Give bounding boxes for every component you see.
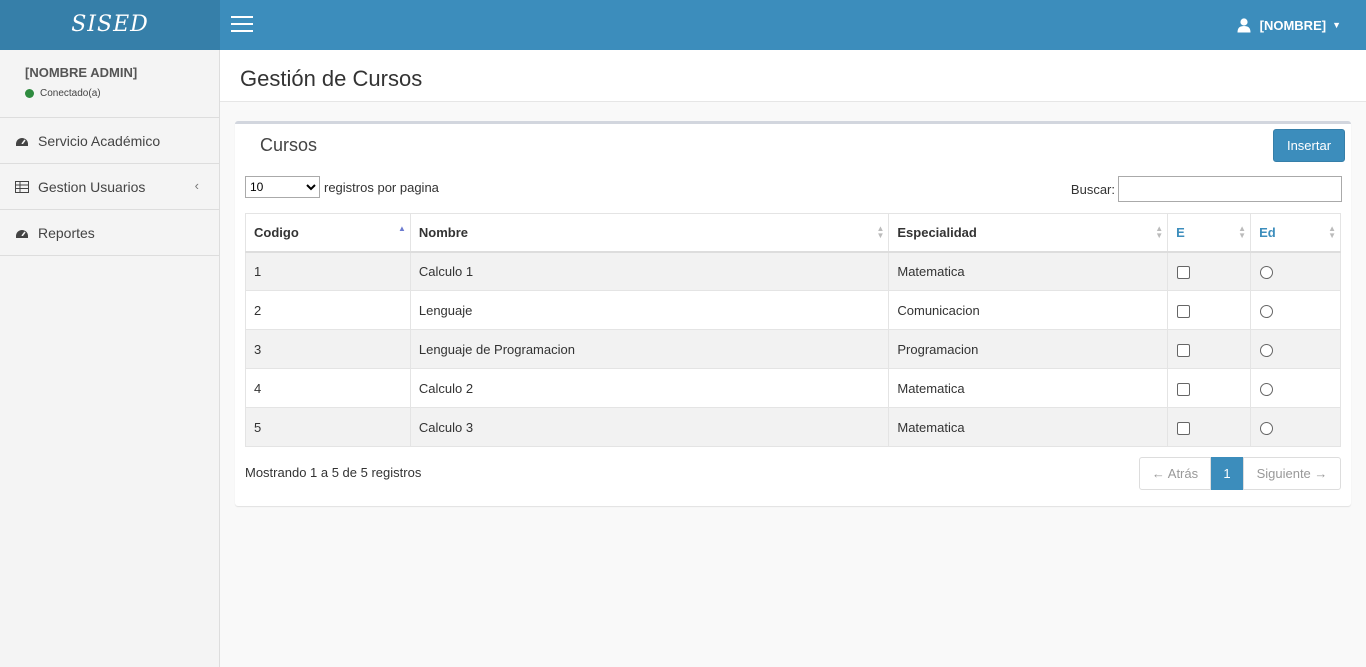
sidebar-item-servicio-academico[interactable]: Servicio Académico xyxy=(0,118,219,164)
courses-table: Codigo ▲ Nombre ▲ ▼ Especialidad ▲ ▼ E ▲ ▼ Ed ▲ ▼… xyxy=(245,213,1341,447)
table-row: 5 Calculo 3 Matematica xyxy=(245,407,1341,447)
content-header: Gestión de Cursos xyxy=(220,50,1366,102)
row-checkbox[interactable] xyxy=(1177,382,1191,396)
cell-nombre: Calculo 1 xyxy=(409,251,890,291)
cell-nombre: Lenguaje de Programacion xyxy=(409,329,890,369)
column-header-ed[interactable]: Ed ▲ ▼ xyxy=(1250,213,1341,253)
table-row: 1 Calculo 1 Matematica xyxy=(245,251,1341,291)
search-control: Buscar: xyxy=(1071,176,1342,202)
prev-page-button[interactable]: ← Atrás xyxy=(1139,457,1211,490)
user-icon xyxy=(1237,18,1251,33)
status-dot-icon xyxy=(25,89,34,98)
sidebar-item-label: Gestion Usuarios xyxy=(38,178,146,195)
dashboard-icon xyxy=(16,137,28,146)
row-checkbox[interactable] xyxy=(1177,421,1191,435)
search-label: Buscar: xyxy=(1070,181,1115,197)
column-header-codigo[interactable]: Codigo ▲ xyxy=(245,213,411,253)
page-length-label: registros por pagina xyxy=(324,179,439,195)
row-radio[interactable] xyxy=(1260,421,1274,435)
sort-asc-icon: ▲ xyxy=(397,224,406,233)
next-page-button[interactable]: Siguiente → xyxy=(1243,457,1341,490)
cell-especialidad: Programacion xyxy=(888,329,1169,369)
cell-codigo: 2 xyxy=(245,290,411,330)
cell-codigo: 4 xyxy=(245,368,411,408)
cell-ed xyxy=(1250,407,1341,447)
online-status: Conectado(a) xyxy=(25,88,219,99)
courses-box: Cursos Insertar 10 registros por pagina … xyxy=(235,121,1351,506)
sidebar: [NOMBRE ADMIN] Conectado(a) Servicio Aca… xyxy=(0,50,220,667)
cell-especialidad: Matematica xyxy=(888,251,1169,291)
user-menu[interactable]: [NOMBRE] ▼ xyxy=(1236,0,1341,50)
sort-icon: ▲ ▼ xyxy=(1155,224,1164,240)
row-radio[interactable] xyxy=(1260,343,1274,357)
cell-especialidad: Matematica xyxy=(888,368,1169,408)
column-header-especialidad[interactable]: Especialidad ▲ ▼ xyxy=(888,213,1169,253)
sidebar-toggle-button[interactable] xyxy=(231,16,253,34)
cell-codigo: 1 xyxy=(245,251,411,291)
cell-e xyxy=(1167,251,1252,291)
insert-button[interactable]: Insertar xyxy=(1273,129,1345,162)
cell-codigo: 3 xyxy=(245,329,411,369)
page-length-control: 10 registros por pagina xyxy=(245,176,439,198)
caret-down-icon: ▼ xyxy=(1332,20,1341,30)
page-length-select[interactable]: 10 xyxy=(245,176,320,198)
dashboard-icon xyxy=(16,229,28,238)
row-radio[interactable] xyxy=(1260,304,1274,318)
cell-nombre: Calculo 3 xyxy=(409,407,890,447)
chevron-left-icon: ‹ xyxy=(194,178,199,193)
cell-especialidad: Comunicacion xyxy=(888,290,1169,330)
cell-ed xyxy=(1250,368,1341,408)
search-input[interactable] xyxy=(1118,176,1342,202)
row-checkbox[interactable] xyxy=(1177,304,1191,318)
row-radio[interactable] xyxy=(1260,382,1274,396)
cell-e xyxy=(1167,329,1252,369)
sidebar-item-label: Reportes xyxy=(38,224,95,241)
cell-codigo: 5 xyxy=(245,407,411,447)
table-icon xyxy=(15,180,29,193)
cell-nombre: Calculo 2 xyxy=(409,368,890,408)
column-header-nombre[interactable]: Nombre ▲ ▼ xyxy=(409,213,890,253)
cell-especialidad: Matematica xyxy=(888,407,1169,447)
admin-name: [NOMBRE ADMIN] xyxy=(25,65,138,80)
page-title: Gestión de Cursos xyxy=(240,66,423,91)
table-header-row: Codigo ▲ Nombre ▲ ▼ Especialidad ▲ ▼ E ▲ ▼ Ed ▲ ▼ xyxy=(245,213,1341,253)
sidebar-item-label: Servicio Académico xyxy=(38,132,161,149)
cell-ed xyxy=(1250,251,1341,291)
pagination: ← Atrás 1 Siguiente → xyxy=(1139,457,1341,490)
user-name: [NOMBRE] xyxy=(1259,17,1327,33)
app-logo[interactable]: SISED xyxy=(0,0,220,50)
box-title: Cursos xyxy=(260,135,318,155)
row-radio[interactable] xyxy=(1260,265,1274,279)
sidebar-item-reportes[interactable]: Reportes xyxy=(0,210,219,256)
top-navbar: SISED [NOMBRE] ▼ xyxy=(0,0,1366,50)
sort-icon: ▲ ▼ xyxy=(1328,224,1336,240)
table-row: 4 Calculo 2 Matematica xyxy=(245,368,1341,408)
row-checkbox[interactable] xyxy=(1177,265,1191,279)
column-header-e[interactable]: E ▲ ▼ xyxy=(1167,213,1252,253)
status-label: Conectado(a) xyxy=(40,88,101,99)
user-panel: [NOMBRE ADMIN] Conectado(a) xyxy=(0,50,219,118)
sidebar-item-gestion-usuarios[interactable]: Gestion Usuarios ‹ xyxy=(0,164,219,210)
cell-e xyxy=(1167,407,1252,447)
table-row: 3 Lenguaje de Programacion Programacion xyxy=(245,329,1341,369)
cell-nombre: Lenguaje xyxy=(409,290,890,330)
sort-icon: ▲ ▼ xyxy=(876,224,885,240)
cell-e xyxy=(1167,290,1252,330)
table-row: 2 Lenguaje Comunicacion xyxy=(245,290,1341,330)
page-1-button[interactable]: 1 xyxy=(1211,457,1243,490)
table-info: Mostrando 1 a 5 de 5 registros xyxy=(245,465,422,480)
cell-ed xyxy=(1250,290,1341,330)
row-checkbox[interactable] xyxy=(1177,343,1191,357)
cell-e xyxy=(1167,368,1252,408)
cell-ed xyxy=(1250,329,1341,369)
sort-icon: ▲ ▼ xyxy=(1238,224,1247,240)
